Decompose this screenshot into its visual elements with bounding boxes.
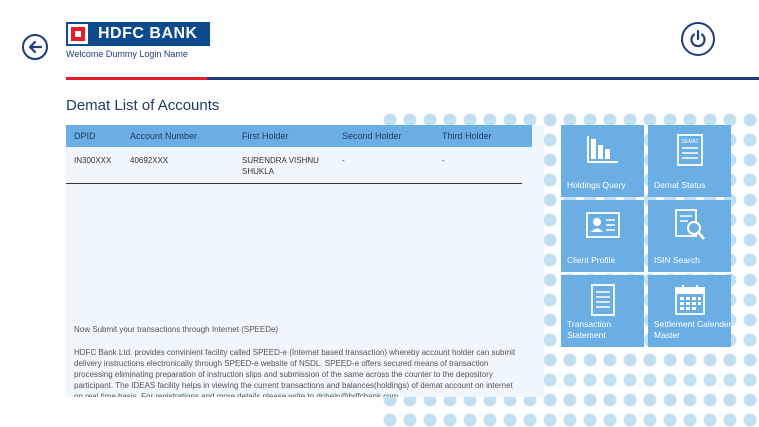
- tile-client-profile[interactable]: Client Profile: [561, 200, 644, 272]
- column-header-first-holder: First Holder: [242, 131, 289, 141]
- tile-label: Transaction Statement: [567, 319, 612, 340]
- power-icon: [690, 29, 706, 48]
- statement-icon: [591, 284, 615, 316]
- tile-settlement-calender-master[interactable]: Settlement Calender Master: [648, 275, 732, 347]
- cell-first-holder: SURENDRA VISHNU SHUKLA: [242, 156, 319, 176]
- tile-label: Settlement Calender Master: [654, 319, 732, 340]
- hdfc-bank-logo: HDFC BANK: [66, 22, 210, 46]
- tile-transaction-statement[interactable]: Transaction Statement: [561, 275, 644, 347]
- page-title: Demat List of Accounts: [66, 97, 220, 114]
- cell-dpid: IN300XXX: [74, 156, 112, 165]
- table-row[interactable]: IN300XXX 40692XXX SURENDRA VISHNU SHUKLA…: [66, 147, 522, 184]
- tile-label: Holdings Query: [567, 180, 626, 190]
- back-button[interactable]: [22, 34, 48, 60]
- column-header-dpid: DPID: [74, 131, 96, 141]
- cell-second-holder: -: [342, 156, 345, 165]
- table-header: DPID Account Number First Holder Second …: [66, 125, 532, 147]
- column-header-third-holder: Third Holder: [442, 131, 492, 141]
- arrow-left-icon: [28, 40, 43, 54]
- cell-third-holder: -: [442, 156, 445, 165]
- speede-description: HDFC Bank Ltd. provides convinient facil…: [74, 348, 516, 397]
- tile-holdings-query[interactable]: Holdings Query: [561, 125, 644, 197]
- search-document-icon: [675, 209, 705, 240]
- speede-headline: Now Submit your transactions through Int…: [74, 325, 279, 334]
- header-divider-accent: [66, 77, 207, 80]
- accounts-panel: DPID Account Number First Holder Second …: [66, 125, 544, 397]
- demat-icon-text: DEMAT: [681, 139, 698, 145]
- calendar-icon: [675, 285, 705, 315]
- tile-demat-status[interactable]: DEMAT Demat Status: [648, 125, 731, 197]
- id-card-icon: [586, 212, 620, 238]
- column-header-account-number: Account Number: [130, 131, 198, 141]
- tile-label: Client Profile: [567, 255, 616, 265]
- tile-label: ISIN Search: [654, 255, 700, 265]
- tile-isin-search[interactable]: ISIN Search: [648, 200, 731, 272]
- welcome-text: Welcome Dummy Login Name: [66, 49, 188, 59]
- bank-name: HDFC BANK: [98, 25, 198, 42]
- cell-account-number: 40692XXX: [130, 156, 169, 165]
- bar-chart-icon: [587, 136, 618, 163]
- action-tiles: Holdings Query DEMAT Demat Status Client…: [561, 125, 732, 347]
- column-header-second-holder: Second Holder: [342, 131, 402, 141]
- tile-label: Demat Status: [654, 180, 706, 190]
- logout-button[interactable]: [681, 22, 715, 56]
- document-icon: DEMAT: [677, 134, 703, 166]
- logo-mark-icon: [68, 24, 88, 44]
